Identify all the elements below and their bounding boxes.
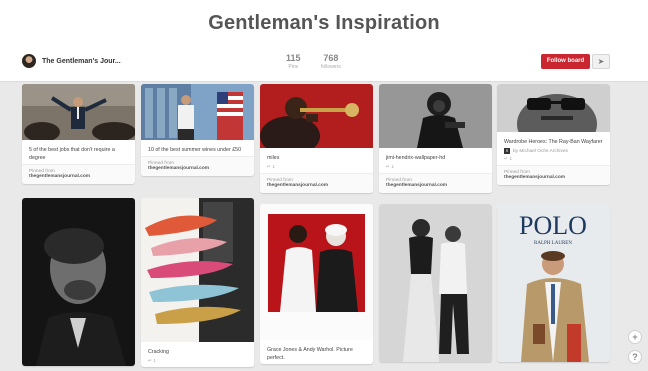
pin-image[interactable] xyxy=(260,84,373,148)
fashion-couple-photo xyxy=(379,204,492,362)
add-pin-button[interactable]: + xyxy=(628,330,642,344)
help-button[interactable]: ? xyxy=(628,350,642,364)
repin-count-value: 1 xyxy=(391,165,395,170)
pin-card[interactable] xyxy=(379,204,492,362)
pin-card[interactable]: Cracking ↵ 1 xyxy=(141,198,254,367)
pin-source[interactable]: Pinned from thegentlemansjournal.com xyxy=(497,165,610,185)
pin-description: miles xyxy=(267,155,280,161)
pin-image[interactable]: POLO RALPH LAUREN xyxy=(497,204,610,362)
board-header: Gentleman's Inspiration The Gentleman's … xyxy=(0,0,648,82)
followers-label: followers xyxy=(321,64,341,70)
pin-card[interactable]: jimi-hendrix-wallpaper-hd ↵ 1 Pinned fro… xyxy=(379,84,492,193)
grace-jones-warhol-photo xyxy=(260,204,373,340)
pin-card[interactable]: Wardrobe Heroes: The Ray-Ban Wayfarer S … xyxy=(497,84,610,185)
repin-count: ↵ 1 xyxy=(386,165,395,170)
owner-name[interactable]: The Gentleman's Jour... xyxy=(42,58,121,65)
followers-count: 768 xyxy=(323,53,339,63)
pin-source[interactable]: Pinned from thegentlemansjournal.com xyxy=(260,173,373,193)
source-logo-icon: S xyxy=(504,148,510,154)
followers-stat[interactable]: 768 followers xyxy=(321,53,341,70)
pin-source[interactable]: Pinned from thegentlemansjournal.com xyxy=(22,164,135,184)
pin-source-link[interactable]: thegentlemansjournal.com xyxy=(29,174,128,179)
pin-description: Cracking xyxy=(148,349,169,355)
miles-davis-photo xyxy=(260,84,373,148)
help-icon: ? xyxy=(632,352,638,362)
repin-count-value: 1 xyxy=(153,359,157,364)
pins-stat[interactable]: 115 Pins xyxy=(286,53,301,70)
pin-image[interactable] xyxy=(141,84,254,140)
pin-card[interactable]: miles ↵ 1 Pinned from thegentlemansjourn… xyxy=(260,84,373,193)
repin-count: ↵ 1 xyxy=(148,359,157,364)
pins-label: Pins xyxy=(288,64,299,70)
board-title: Gentleman's Inspiration xyxy=(208,12,440,34)
board-owner[interactable]: The Gentleman's Jour... xyxy=(22,54,121,68)
pin-source-link[interactable]: thegentlemansjournal.com xyxy=(504,175,603,180)
cracking-artwork xyxy=(141,198,254,342)
pin-description: 10 of the best summer wines under £50 xyxy=(148,147,242,153)
pin-image[interactable] xyxy=(141,198,254,342)
pin-attribution[interactable]: S by Michael Ochs Archives xyxy=(497,148,610,156)
pin-source-link[interactable]: thegentlemansjournal.com xyxy=(148,166,247,171)
repin-count: ↵ 1 xyxy=(267,165,276,170)
pin-image[interactable] xyxy=(260,204,373,340)
pin-description: Wardrobe Heroes: The Ray-Ban Wayfarer xyxy=(504,139,603,145)
pin-source[interactable]: Pinned from thegentlemansjournal.com xyxy=(379,173,492,193)
pin-image[interactable] xyxy=(22,198,135,366)
ray-ban-photo xyxy=(497,84,610,132)
summer-wines-photo xyxy=(141,84,254,140)
wall-street-photo xyxy=(22,84,135,140)
jimi-hendrix-photo xyxy=(379,84,492,148)
polo-ad-photo: POLO RALPH LAUREN xyxy=(497,204,610,362)
send-icon[interactable]: ➤ xyxy=(592,54,610,69)
add-icon: + xyxy=(632,332,638,342)
portrait-photo xyxy=(22,198,135,366)
repin-count-value: 1 xyxy=(272,165,276,170)
attribution-text[interactable]: by Michael Ochs Archives xyxy=(513,149,568,154)
pin-description: jimi-hendrix-wallpaper-hd xyxy=(386,155,446,161)
pin-source-link[interactable]: thegentlemansjournal.com xyxy=(386,183,485,188)
repin-count-value: 1 xyxy=(509,157,513,162)
pin-image[interactable] xyxy=(379,204,492,362)
poster-brand: POLO xyxy=(519,211,587,240)
pin-source-link[interactable]: thegentlemansjournal.com xyxy=(267,183,366,188)
pin-source[interactable]: Pinned from thegentlemansjournal.com xyxy=(141,156,254,176)
pin-image[interactable] xyxy=(22,84,135,140)
pin-image[interactable] xyxy=(497,84,610,132)
follow-board-button[interactable]: Follow board xyxy=(541,54,590,69)
pin-card[interactable]: Grace Jones & Andy Warhol. Picture perfe… xyxy=(260,204,373,364)
pin-card[interactable]: POLO RALPH LAUREN xyxy=(497,204,610,362)
avatar[interactable] xyxy=(22,54,36,68)
pin-description: 5 of the best jobs that don't require a … xyxy=(29,147,115,161)
repin-count: ↵ 1 xyxy=(504,157,513,162)
pin-card[interactable]: 10 of the best summer wines under £50 Pi… xyxy=(141,84,254,176)
pin-description: Grace Jones & Andy Warhol. Picture perfe… xyxy=(267,347,353,361)
pin-card[interactable]: 5 of the best jobs that don't require a … xyxy=(22,84,135,184)
pin-image[interactable] xyxy=(379,84,492,148)
pins-count: 115 xyxy=(286,53,301,63)
pin-card[interactable] xyxy=(22,198,135,366)
poster-sub: RALPH LAUREN xyxy=(534,241,572,246)
